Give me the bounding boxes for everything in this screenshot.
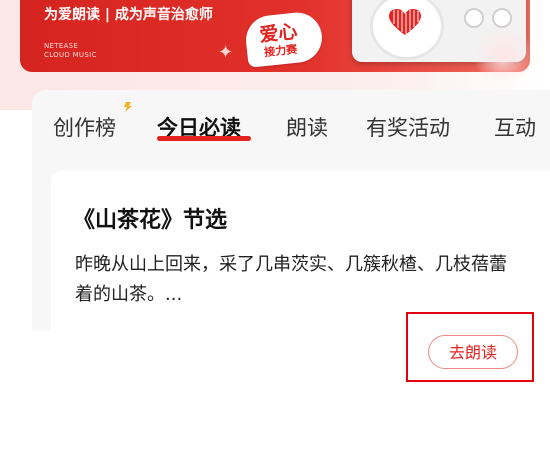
charity-relay-badge: 爱心 接力赛: [243, 10, 325, 68]
tab-recitation[interactable]: 朗读: [286, 112, 328, 142]
active-tab-indicator: [157, 136, 251, 141]
badge-subtitle: 接力赛: [263, 42, 298, 60]
banner-slogan: 为爱朗读 | 成为声音治愈师: [44, 7, 213, 23]
daily-reading-card[interactable]: 《山茶花》节选 昨晚从山上回来，采了几串茨实、几簇秋楂、几枝蓓蕾着的山茶。...: [51, 170, 550, 330]
promo-banner[interactable]: 为爱朗读 | 成为声音治愈师 NETEASE CLOUD MUSIC ✦ 爱心 …: [20, 0, 530, 72]
hot-spark-icon: [124, 102, 132, 112]
reading-panel: 创作榜 今日必读 朗读 有奖活动 互动 《山茶花》节选 昨晚从山上回来，采了几串…: [32, 90, 550, 330]
card-title: 《山茶花》节选: [73, 208, 228, 233]
category-tabs: 创作榜 今日必读 朗读 有奖活动 互动: [32, 90, 550, 160]
tab-prize-events[interactable]: 有奖活动: [366, 112, 450, 142]
brand-line-1: NETEASE: [44, 42, 79, 50]
sparkle-icon: ✦: [218, 42, 234, 63]
radio-knob: [492, 8, 512, 28]
card-excerpt: 昨晚从山上回来，采了几串茨实、几簇秋楂、几枝蓓蕾着的山茶。...: [75, 254, 507, 305]
brand-line-2: CLOUD MUSIC: [44, 51, 97, 59]
tab-creation-chart[interactable]: 创作榜: [53, 112, 116, 142]
netease-cloud-music-logo: NETEASE CLOUD MUSIC: [44, 42, 97, 60]
heart-icon: [389, 9, 421, 35]
radio-knob: [464, 8, 484, 28]
decorative-glow: [468, 30, 538, 80]
highlight-annotation: [406, 312, 534, 382]
tab-interaction[interactable]: 互动: [494, 112, 536, 142]
